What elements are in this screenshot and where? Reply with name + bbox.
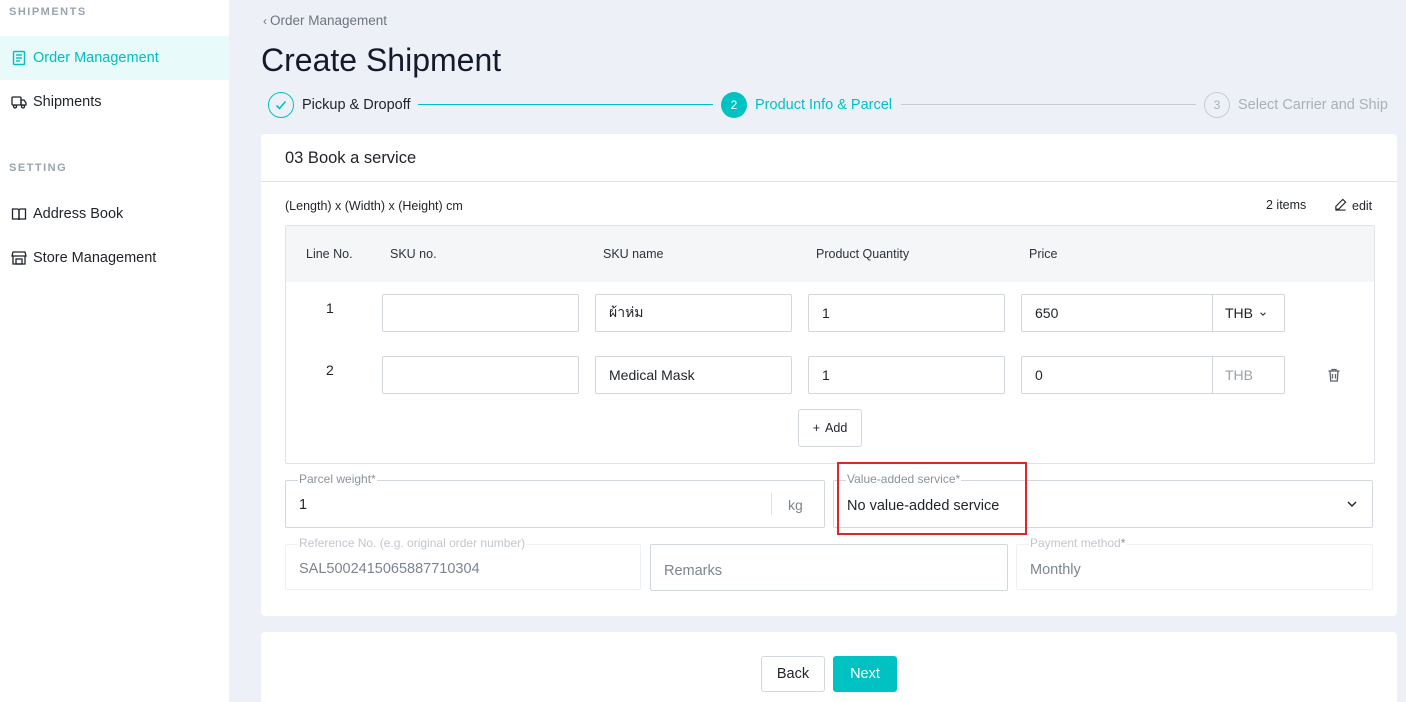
- back-button[interactable]: Back: [761, 656, 825, 692]
- price-input[interactable]: 650: [1022, 295, 1213, 331]
- edit-label: edit: [1352, 199, 1373, 213]
- col-price: Price: [1029, 247, 1058, 261]
- step-select-carrier[interactable]: 3 Select Carrier and Ship: [1204, 92, 1388, 118]
- reference-number-field: Reference No. (e.g. original order numbe…: [285, 536, 641, 590]
- step-label: Select Carrier and Ship: [1238, 97, 1388, 113]
- trash-icon[interactable]: [1324, 365, 1344, 385]
- sidebar-item-label: Store Management: [33, 250, 157, 266]
- add-row-button[interactable]: + Add: [798, 409, 862, 447]
- document-list-icon: [10, 49, 28, 67]
- stepper: Pickup & Dropoff 2 Product Info & Parcel…: [268, 92, 1390, 118]
- store-icon: [10, 249, 28, 267]
- step-product-info[interactable]: 2 Product Info & Parcel: [721, 92, 892, 118]
- edit-button[interactable]: edit: [1334, 198, 1372, 214]
- breadcrumb[interactable]: ‹ Order Management: [263, 13, 387, 28]
- sidebar: SHIPMENTS Order Management Shipments SET…: [0, 0, 229, 702]
- payment-value: Monthly: [1030, 562, 1081, 578]
- line-number: 2: [326, 362, 334, 378]
- truck-icon: [10, 93, 28, 111]
- highlight-annotation: [837, 462, 1027, 535]
- col-sku-no: SKU no.: [390, 247, 437, 261]
- chevron-down-icon: [1346, 497, 1358, 515]
- step-connector: [418, 104, 713, 105]
- dimensions-label: (Length) x (Width) x (Height) cm: [285, 199, 463, 213]
- parcel-weight-field[interactable]: Parcel weight* 1 kg: [285, 472, 825, 528]
- sku-no-input[interactable]: [382, 356, 579, 394]
- sku-name-input[interactable]: Medical Mask: [595, 356, 792, 394]
- remarks-placeholder: Remarks: [664, 563, 723, 579]
- next-button[interactable]: Next: [833, 656, 897, 692]
- book-service-card: 03 Book a service (Length) x (Width) x (…: [261, 134, 1397, 616]
- pencil-icon: [1334, 198, 1347, 214]
- chevron-left-icon: ‹: [263, 13, 267, 28]
- sidebar-item-store-management[interactable]: Store Management: [0, 236, 229, 280]
- quantity-input[interactable]: 1: [808, 356, 1005, 394]
- items-count: 2 items: [1266, 198, 1307, 212]
- sku-no-input[interactable]: [382, 294, 579, 332]
- parcel-weight-label: Parcel weight*: [298, 472, 377, 486]
- sidebar-item-order-management[interactable]: Order Management: [0, 36, 229, 80]
- reference-value: SAL5002415065887710304: [299, 561, 480, 577]
- step-label: Pickup & Dropoff: [302, 97, 411, 113]
- chevron-down-icon: [1259, 305, 1267, 321]
- step-number: 2: [721, 92, 747, 118]
- add-label: Add: [825, 421, 848, 435]
- divider: [261, 181, 1397, 182]
- sidebar-item-address-book[interactable]: Address Book: [0, 192, 229, 236]
- action-bar: Back Next: [261, 632, 1397, 702]
- sidebar-section-setting: SETTING: [9, 162, 68, 174]
- sidebar-item-label: Shipments: [33, 94, 102, 110]
- card-title: 03 Book a service: [285, 149, 417, 167]
- remarks-input[interactable]: Remarks: [650, 544, 1008, 591]
- breadcrumb-label: Order Management: [270, 13, 388, 28]
- step-pickup-dropoff[interactable]: Pickup & Dropoff: [268, 92, 411, 118]
- table-header: Line No. SKU no. SKU name Product Quanti…: [286, 226, 1374, 282]
- sidebar-item-shipments[interactable]: Shipments: [0, 80, 229, 124]
- col-quantity: Product Quantity: [816, 247, 910, 261]
- payment-method-field: Payment method* Monthly: [1016, 536, 1373, 590]
- col-line-no: Line No.: [306, 247, 353, 261]
- sku-name-input[interactable]: ผ้าห่ม: [595, 294, 792, 332]
- quantity-input[interactable]: 1: [808, 294, 1005, 332]
- check-icon: [268, 92, 294, 118]
- price-input[interactable]: 0: [1022, 357, 1213, 393]
- col-sku-name: SKU name: [603, 247, 664, 261]
- currency-select[interactable]: THB: [1213, 295, 1284, 331]
- product-table: Line No. SKU no. SKU name Product Quanti…: [285, 225, 1375, 464]
- unit-label: kg: [788, 497, 803, 513]
- plus-icon: +: [812, 421, 821, 435]
- sidebar-item-label: Address Book: [33, 206, 124, 222]
- divider: [771, 493, 772, 515]
- step-label: Product Info & Parcel: [755, 97, 893, 113]
- page-title: Create Shipment: [261, 42, 502, 78]
- payment-label: Payment method*: [1029, 536, 1127, 550]
- line-number: 1: [326, 300, 334, 316]
- reference-label: Reference No. (e.g. original order numbe…: [298, 536, 527, 550]
- step-number: 3: [1204, 92, 1230, 118]
- sidebar-item-label: Order Management: [33, 50, 159, 66]
- price-field: 0 THB: [1021, 356, 1285, 394]
- book-icon: [10, 205, 28, 223]
- currency-value: THB: [1225, 367, 1253, 383]
- currency-value: THB: [1225, 305, 1253, 321]
- price-field: 650 THB: [1021, 294, 1285, 332]
- sidebar-section-shipments: SHIPMENTS: [9, 6, 87, 18]
- step-connector: [901, 104, 1196, 105]
- parcel-weight-value: 1: [299, 497, 308, 513]
